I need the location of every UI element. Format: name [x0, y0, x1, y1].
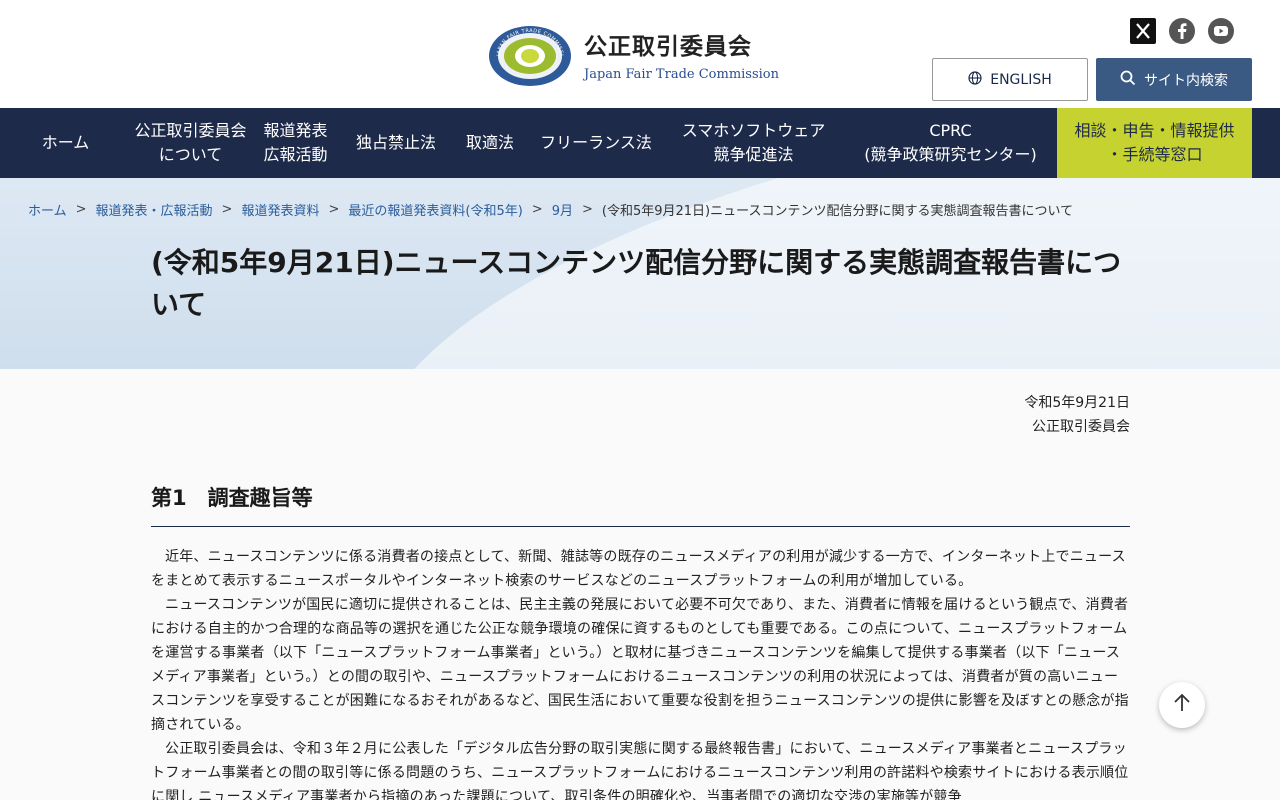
site-search-button[interactable]: サイト内検索	[1096, 58, 1252, 101]
site-header: JAPAN FAIR TRADE COMMISSION 公正取引委員会 Japa…	[0, 0, 1280, 108]
section-heading: 第1 調査趣旨等	[151, 482, 1130, 527]
nav-item-consultation[interactable]: 相談・申告・情報提供 ・手続等窓口	[1057, 108, 1252, 178]
nav-item-about[interactable]: 公正取引委員会 について	[131, 108, 250, 178]
youtube-icon[interactable]	[1208, 18, 1234, 44]
nav-item-press[interactable]: 報道発表 広報活動	[250, 108, 341, 178]
publication-info: 令和5年9月21日 公正取引委員会	[1024, 391, 1130, 439]
breadcrumb-link-recent-r5[interactable]: 最近の報道発表資料(令和5年)	[348, 200, 522, 219]
breadcrumb-separator: >	[581, 202, 593, 217]
page-hero: ホーム > 報道発表・広報活動 > 報道発表資料 > 最近の報道発表資料(令和5…	[0, 178, 1280, 369]
breadcrumb-separator: >	[75, 202, 87, 217]
english-label: ENGLISH	[990, 71, 1052, 88]
breadcrumb-separator: >	[531, 202, 543, 217]
nav-item-smartphone-act[interactable]: スマホソフトウェア 競争促進法	[663, 108, 844, 178]
arrow-up-icon	[1173, 693, 1191, 717]
jftc-emblem-icon: JAPAN FAIR TRADE COMMISSION	[486, 18, 572, 86]
breadcrumb: ホーム > 報道発表・広報活動 > 報道発表資料 > 最近の報道発表資料(令和5…	[28, 200, 1073, 219]
facebook-icon[interactable]	[1169, 18, 1195, 44]
paragraph: 近年、ニュースコンテンツに係る消費者の接点として、新聞、雑誌等の既存のニュースメ…	[151, 549, 1126, 589]
back-to-top-button[interactable]	[1159, 682, 1205, 728]
paragraph: ニュースコンテンツが国民に適切に提供されることは、民主主義の発展において必要不可…	[151, 597, 1129, 733]
x-icon[interactable]	[1130, 18, 1156, 44]
breadcrumb-link-press[interactable]: 報道発表・広報活動	[96, 200, 213, 219]
nav-item-antimonopoly[interactable]: 独占禁止法	[341, 108, 451, 178]
paragraph: 公正取引委員会は、令和３年２月に公表した「デジタル広告分野の取引実態に関する最終…	[151, 741, 1129, 800]
page-title: (令和5年9月21日)ニュースコンテンツ配信分野に関する実態調査報告書について	[151, 246, 1122, 321]
breadcrumb-link-september[interactable]: 9月	[552, 200, 573, 219]
breadcrumb-current: (令和5年9月21日)ニュースコンテンツ配信分野に関する実態調査報告書について	[601, 204, 1074, 219]
globe-icon	[968, 70, 982, 89]
breadcrumb-separator: >	[328, 202, 340, 217]
body-text: 近年、ニュースコンテンツに係る消費者の接点として、新聞、雑誌等の既存のニュースメ…	[151, 545, 1130, 800]
global-nav: ホーム 公正取引委員会 について 報道発表 広報活動 独占禁止法 取適法 フリー…	[0, 108, 1280, 178]
org-name-en: Japan Fair Trade Commission	[584, 66, 779, 82]
search-icon	[1120, 70, 1136, 90]
search-label: サイト内検索	[1144, 72, 1228, 89]
nav-item-home[interactable]: ホーム	[0, 108, 131, 178]
english-button[interactable]: ENGLISH	[932, 58, 1088, 101]
social-links	[1130, 18, 1234, 44]
org-name-ja: 公正取引委員会	[584, 33, 752, 60]
site-logo[interactable]: JAPAN FAIR TRADE COMMISSION 公正取引委員会 Japa…	[486, 18, 779, 86]
main-content: 令和5年9月21日 公正取引委員会 第1 調査趣旨等 近年、ニュースコンテンツに…	[0, 369, 1280, 800]
breadcrumb-separator: >	[221, 202, 233, 217]
nav-item-freelance[interactable]: フリーランス法	[529, 108, 663, 178]
publication-date: 令和5年9月21日	[1024, 395, 1130, 411]
breadcrumb-link-press-releases[interactable]: 報道発表資料	[241, 200, 319, 219]
breadcrumb-link-home[interactable]: ホーム	[28, 200, 67, 219]
nav-item-toriteki[interactable]: 取適法	[451, 108, 529, 178]
nav-item-cprc[interactable]: CPRC (競争政策研究センター)	[844, 108, 1057, 178]
publisher: 公正取引委員会	[1032, 419, 1130, 435]
